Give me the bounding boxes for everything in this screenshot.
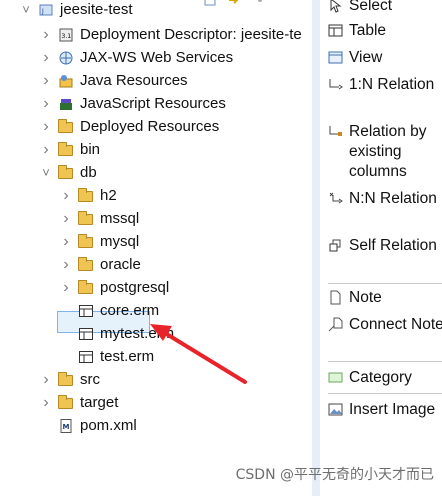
chevron-right-icon[interactable]: › <box>60 254 72 276</box>
project-explorer: ˅ Jjeesite-test › 3.1 Deployment Descriptor:… <box>0 0 312 496</box>
tree-item-label: Deployed Resources <box>80 118 220 135</box>
tree-item-label: mssql <box>100 210 140 227</box>
palette-separator <box>328 283 442 284</box>
palette-item-label: 1:N Relation <box>349 76 435 93</box>
tree-item-label: oracle <box>100 256 141 273</box>
erm-file-icon <box>78 349 94 365</box>
tree-item-label: mytest.erm <box>100 325 175 342</box>
palette-item-label: View <box>349 49 383 66</box>
svg-text:3.1: 3.1 <box>62 33 72 40</box>
note-icon <box>328 290 343 305</box>
view-icon <box>328 50 343 65</box>
tree-item-label: h2 <box>100 187 117 204</box>
chevron-right-icon[interactable]: › <box>60 185 72 207</box>
javascript-resources-icon <box>58 96 74 112</box>
tree-item-label: core.erm <box>100 302 160 319</box>
tree-item-label: target <box>80 394 119 411</box>
tree-item-label: postgresql <box>100 279 170 296</box>
palette-item-label: Table <box>349 22 387 39</box>
chevron-down-icon[interactable]: ˅ <box>40 162 52 184</box>
palette-separator <box>328 393 442 394</box>
tree-item-label: src <box>80 371 100 388</box>
erm-file-icon <box>78 326 94 342</box>
chevron-right-icon[interactable]: › <box>40 116 52 138</box>
palette-item-label: N:N Relation <box>349 190 437 207</box>
tree-item-label: bin <box>80 141 101 158</box>
select-arrow-icon <box>328 0 343 13</box>
xml-file-icon: M <box>58 418 74 434</box>
tree-item-label: mysql <box>100 233 140 250</box>
palette-item-label: Insert Image <box>349 401 436 418</box>
connect-note-icon <box>328 317 343 332</box>
link-editor-icon[interactable] <box>228 0 240 6</box>
palette-item-label: Select <box>349 0 393 14</box>
tree-item-label: Deployment Descriptor: jeesite-te <box>80 26 302 43</box>
folder-icon <box>78 211 94 227</box>
relation-1n-icon <box>328 77 343 92</box>
palette-item-label: Relation by existing columns <box>349 123 427 180</box>
folder-icon <box>58 372 74 388</box>
chevron-right-icon[interactable]: › <box>40 47 52 69</box>
chevron-right-icon[interactable]: › <box>40 392 52 414</box>
folder-icon <box>78 234 94 250</box>
chevron-right-icon[interactable]: › <box>60 277 72 299</box>
palette-item-label: Note <box>349 289 382 306</box>
tree-item-label: JavaScript Resources <box>80 95 226 112</box>
tree-item-label: JAX-WS Web Services <box>80 49 234 66</box>
watermark: CSDN @平平无奇的小天才而已 <box>235 467 434 483</box>
chevron-right-icon[interactable]: › <box>60 208 72 230</box>
chevron-right-icon[interactable]: › <box>40 70 52 92</box>
table-icon <box>328 23 343 38</box>
self-relation-icon <box>328 238 343 253</box>
category-icon <box>328 370 343 385</box>
collapse-all-icon[interactable] <box>204 0 216 6</box>
relation-nn-icon <box>328 191 343 206</box>
java-project-icon: J <box>38 2 54 18</box>
palette: Select Table View 1:N Relation Relation by e… <box>312 0 442 496</box>
tree-item-label: Java Resources <box>80 72 188 89</box>
folder-icon <box>58 142 74 158</box>
chevron-down-icon[interactable]: ˅ <box>20 0 32 21</box>
chevron-right-icon[interactable]: › <box>40 139 52 161</box>
erm-file-icon <box>78 303 94 319</box>
palette-separator <box>328 361 442 362</box>
palette-item-label: Connect Note <box>349 316 442 333</box>
view-menu-icon[interactable] <box>254 0 266 6</box>
folder-icon <box>58 119 74 135</box>
relation-existing-icon <box>328 124 343 139</box>
tree-item-label: db <box>80 164 97 181</box>
web-services-icon <box>58 50 74 66</box>
tree-item-label: jeesite-test <box>60 1 133 18</box>
svg-text:M: M <box>63 423 70 431</box>
tree-item-label: test.erm <box>100 348 155 365</box>
tree-item-label: pom.xml <box>80 417 137 434</box>
chevron-right-icon[interactable]: › <box>40 24 52 46</box>
svg-text:J: J <box>41 8 44 15</box>
chevron-right-icon[interactable]: › <box>40 369 52 391</box>
palette-item-label: Category <box>349 369 412 386</box>
palette-item-label: Self Relation <box>349 237 437 254</box>
folder-icon <box>58 165 74 181</box>
java-resources-icon <box>58 73 74 89</box>
explorer-toolbar <box>200 0 280 8</box>
folder-icon <box>58 395 74 411</box>
deployment-descriptor-icon: 3.1 <box>58 27 74 43</box>
insert-image-icon <box>328 402 343 417</box>
folder-icon <box>78 257 94 273</box>
chevron-right-icon[interactable]: › <box>60 231 72 253</box>
folder-icon <box>78 188 94 204</box>
folder-icon <box>78 280 94 296</box>
chevron-right-icon[interactable]: › <box>40 93 52 115</box>
